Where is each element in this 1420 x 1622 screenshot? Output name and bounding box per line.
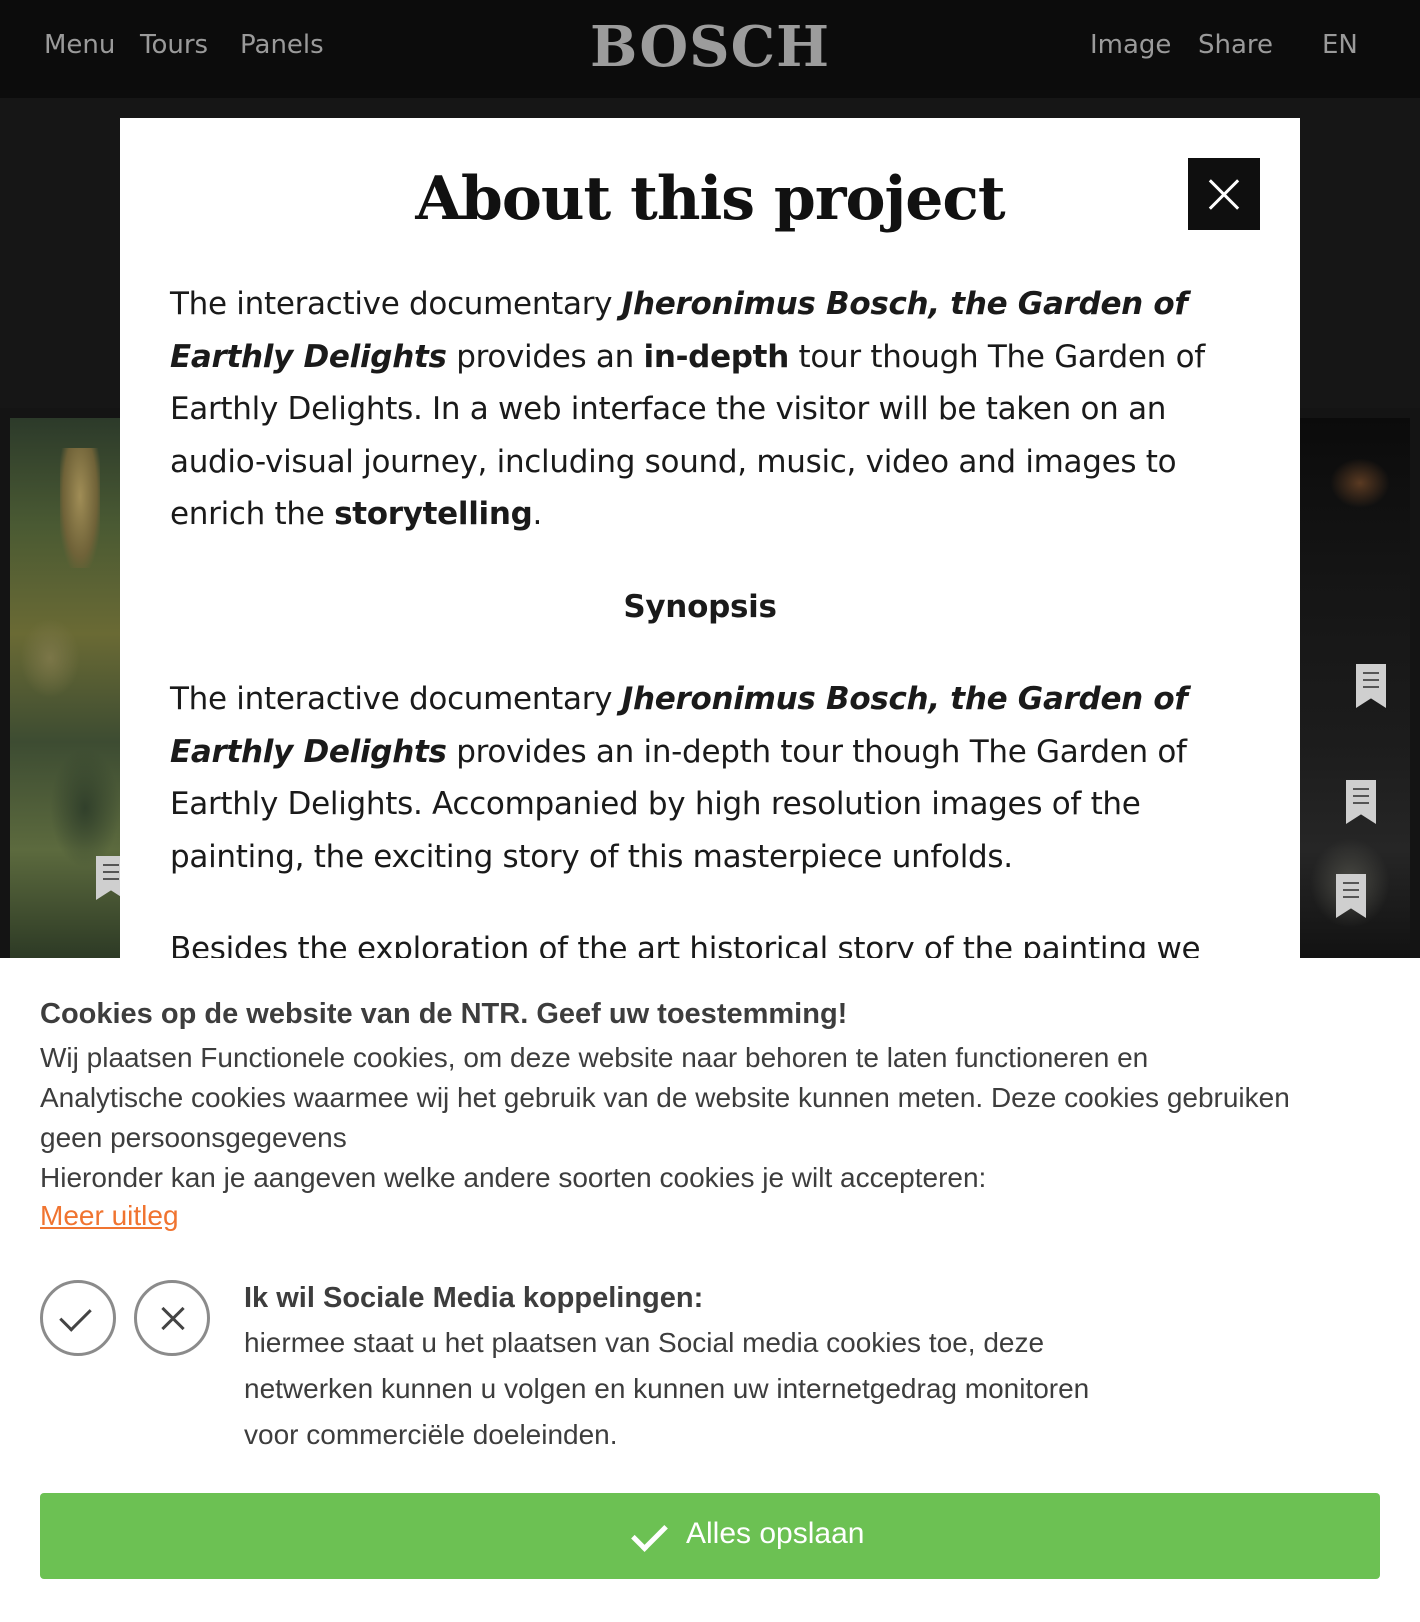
accept-social-check-icon[interactable] [40, 1280, 116, 1356]
more-info-link[interactable]: Meer uitleg [40, 1200, 179, 1232]
text: provides an [446, 338, 644, 375]
save-all-button[interactable]: Alles opslaan [40, 1493, 1380, 1579]
cookie-line: Wij plaatsen Functionele cookies, om dez… [40, 1042, 1149, 1073]
modal-body: The interactive documentary Jheronimus B… [170, 278, 1230, 958]
cookie-line: Analytische cookies waarmee wij het gebr… [40, 1082, 1290, 1113]
cookie-line: geen persoonsgegevens [40, 1122, 347, 1153]
nav-image-link[interactable]: Image [1090, 30, 1171, 60]
intro-paragraph: The interactive documentary Jheronimus B… [170, 278, 1230, 541]
reject-social-cross-icon[interactable] [134, 1280, 210, 1356]
social-media-description: hiermee staat u het plaatsen van Social … [244, 1327, 1090, 1450]
painting-detail [20, 618, 80, 698]
emphasis: in-depth [643, 338, 790, 375]
text: The interactive documentary [170, 681, 622, 717]
cookie-description: Wij plaatsen Functionele cookies, om dez… [40, 1038, 1385, 1198]
text: . [532, 496, 543, 532]
synopsis-heading: Synopsis [623, 588, 777, 625]
social-media-title: Ik wil Sociale Media koppelingen: [244, 1282, 704, 1314]
painting-detail [50, 748, 120, 868]
bookmark-icon[interactable] [1346, 780, 1376, 824]
painting-detail [1330, 458, 1390, 508]
nav-panels-link[interactable]: Panels [240, 30, 324, 60]
modal-title: About this project [415, 164, 1005, 234]
emphasis: storytelling [334, 496, 533, 532]
language-switch[interactable]: EN [1322, 30, 1358, 60]
close-icon[interactable] [1188, 158, 1260, 230]
top-navigation: Menu Tours Panels BOSCH Image Share EN [0, 0, 1420, 98]
bosch-logo[interactable]: BOSCH [590, 14, 830, 80]
painting-left-panel[interactable] [10, 418, 126, 958]
truncated-paragraph: Besides the exploration of the art histo… [170, 931, 1201, 958]
save-all-label: Alles opslaan [686, 1517, 865, 1550]
text: The interactive documentary [170, 286, 622, 322]
nav-menu-link[interactable]: Menu [44, 30, 115, 60]
cookie-title: Cookies op de website van de NTR. Geef u… [40, 998, 848, 1030]
about-modal: About this project The interactive docum… [120, 118, 1300, 958]
painting-detail [60, 448, 100, 568]
cookie-banner: Cookies op de website van de NTR. Geef u… [0, 958, 1420, 1622]
synopsis-paragraph: The interactive documentary Jheronimus B… [170, 673, 1230, 883]
bookmark-icon[interactable] [1356, 664, 1386, 708]
nav-tours-link[interactable]: Tours [140, 30, 208, 60]
painting-right-panel[interactable] [1300, 418, 1410, 958]
check-icon [631, 1515, 668, 1552]
cookie-line: Hieronder kan je aangeven welke andere s… [40, 1162, 987, 1193]
nav-share-link[interactable]: Share [1198, 30, 1273, 60]
